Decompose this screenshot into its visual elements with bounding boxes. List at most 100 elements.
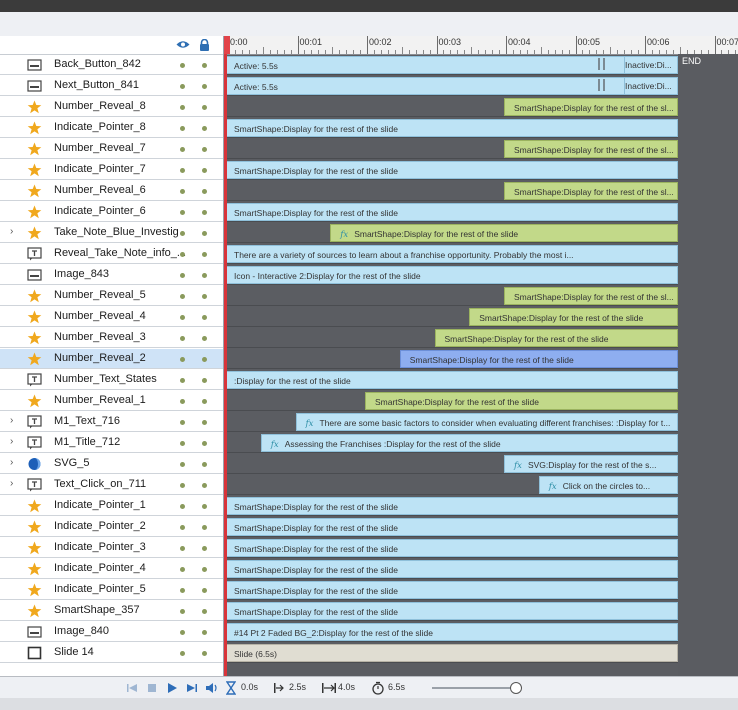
layer-row[interactable]: Image_840 bbox=[0, 622, 223, 642]
timeline-ruler[interactable]: 0:00 00:01 00:02 00:03 00:04 00:05 00:06 00:07 bbox=[224, 36, 738, 55]
visibility-toggle[interactable] bbox=[180, 231, 185, 236]
layer-row[interactable]: Indicate_Pointer_6 bbox=[0, 202, 223, 222]
layer-row[interactable]: › Text_Click_on_711 bbox=[0, 475, 223, 495]
visibility-toggle[interactable] bbox=[180, 252, 185, 257]
timeline-bar[interactable]: SmartShape:Display for the rest of the s… bbox=[469, 308, 678, 326]
visibility-toggle[interactable] bbox=[180, 315, 185, 320]
timeline-bar[interactable]: SmartShape:Display for the rest of the s… bbox=[365, 392, 678, 410]
visibility-toggle[interactable] bbox=[180, 63, 185, 68]
lock-toggle[interactable] bbox=[202, 147, 207, 152]
lock-toggle[interactable] bbox=[202, 609, 207, 614]
timeline-bar[interactable]: SmartShape:Display for the rest of the s… bbox=[224, 119, 678, 137]
layer-row[interactable]: Number_Reveal_2 bbox=[0, 349, 223, 369]
layer-row[interactable]: Number_Reveal_3 bbox=[0, 328, 223, 348]
zoom-slider[interactable] bbox=[432, 687, 512, 689]
visibility-toggle[interactable] bbox=[180, 126, 185, 131]
timeline-bar[interactable]: fx SVG:Display for the rest of the s... bbox=[504, 455, 678, 473]
timeline-bar[interactable]: There are a variety of sources to learn … bbox=[224, 245, 678, 263]
lock-toggle[interactable] bbox=[202, 105, 207, 110]
lock-toggle[interactable] bbox=[202, 504, 207, 509]
chevron-right-icon[interactable]: › bbox=[10, 458, 18, 468]
playhead-handle[interactable] bbox=[224, 36, 230, 54]
timeline-bar[interactable]: Active: 5.5s bbox=[224, 77, 678, 95]
lock-toggle[interactable] bbox=[202, 189, 207, 194]
timeline-bar[interactable]: SmartShape:Display for the rest of the s… bbox=[224, 602, 678, 620]
timeline-pane[interactable]: 0:00 00:01 00:02 00:03 00:04 00:05 00:06 00:07 … bbox=[224, 36, 738, 676]
lock-toggle[interactable] bbox=[202, 546, 207, 551]
layer-row[interactable]: Image_843 bbox=[0, 265, 223, 285]
timeline-bar[interactable]: SmartShape:Display for the rest of the s… bbox=[224, 203, 678, 221]
layer-row[interactable]: Indicate_Pointer_3 bbox=[0, 538, 223, 558]
visibility-toggle[interactable] bbox=[180, 651, 185, 656]
lock-toggle[interactable] bbox=[202, 483, 207, 488]
lock-toggle[interactable] bbox=[202, 441, 207, 446]
lock-toggle[interactable] bbox=[202, 420, 207, 425]
visibility-toggle[interactable] bbox=[180, 504, 185, 509]
visibility-toggle[interactable] bbox=[180, 189, 185, 194]
pause-marker[interactable] bbox=[603, 79, 605, 91]
visibility-toggle[interactable] bbox=[180, 147, 185, 152]
visibility-toggle[interactable] bbox=[180, 294, 185, 299]
visibility-toggle[interactable] bbox=[180, 84, 185, 89]
layer-row[interactable]: Indicate_Pointer_8 bbox=[0, 118, 223, 138]
layer-row[interactable]: Back_Button_842 bbox=[0, 55, 223, 75]
timeline-bar[interactable]: SmartShape:Display for the rest of the s… bbox=[224, 518, 678, 536]
timeline-bar[interactable]: Active: 5.5s bbox=[224, 56, 678, 74]
lock-toggle[interactable] bbox=[202, 231, 207, 236]
lock-toggle[interactable] bbox=[202, 378, 207, 383]
timeline-bar[interactable]: SmartShape:Display for the rest of the s… bbox=[434, 329, 678, 347]
lock-toggle[interactable] bbox=[202, 252, 207, 257]
rewind-icon[interactable] bbox=[126, 681, 138, 695]
visibility-toggle[interactable] bbox=[180, 399, 185, 404]
timeline-bar[interactable]: SmartShape:Display for the rest of the s… bbox=[224, 560, 678, 578]
timeline-bar[interactable]: fx Click on the circles to... bbox=[538, 476, 678, 494]
lock-toggle[interactable] bbox=[202, 630, 207, 635]
layer-row[interactable]: Number_Reveal_7 bbox=[0, 139, 223, 159]
lock-toggle[interactable] bbox=[202, 273, 207, 278]
visibility-toggle[interactable] bbox=[180, 357, 185, 362]
lock-toggle[interactable] bbox=[202, 567, 207, 572]
chevron-right-icon[interactable]: › bbox=[10, 416, 18, 426]
lock-toggle[interactable] bbox=[202, 525, 207, 530]
visibility-toggle[interactable] bbox=[180, 378, 185, 383]
timeline-bar[interactable]: fx There are some basic factors to consid… bbox=[295, 413, 678, 431]
layer-row[interactable]: Number_Reveal_4 bbox=[0, 307, 223, 327]
lock-toggle[interactable] bbox=[202, 210, 207, 215]
chevron-right-icon[interactable]: › bbox=[10, 479, 18, 489]
timeline-bar[interactable]: SmartShape:Display for the rest of the s… bbox=[224, 581, 678, 599]
layer-row[interactable]: SmartShape_357 bbox=[0, 601, 223, 621]
zoom-slider-knob[interactable] bbox=[510, 682, 522, 694]
visibility-toggle[interactable] bbox=[180, 609, 185, 614]
lock-toggle[interactable] bbox=[202, 63, 207, 68]
visibility-toggle[interactable] bbox=[180, 567, 185, 572]
visibility-toggle[interactable] bbox=[180, 273, 185, 278]
forward-icon[interactable] bbox=[186, 681, 198, 695]
lock-toggle[interactable] bbox=[202, 336, 207, 341]
lock-toggle[interactable] bbox=[202, 357, 207, 362]
layer-row[interactable]: Indicate_Pointer_7 bbox=[0, 160, 223, 180]
effect-icon[interactable]: fx bbox=[271, 440, 279, 450]
chevron-right-icon[interactable]: › bbox=[10, 227, 18, 237]
visibility-toggle[interactable] bbox=[180, 630, 185, 635]
lock-toggle[interactable] bbox=[202, 168, 207, 173]
timeline-bar[interactable]: SmartShape:Display for the rest of the s… bbox=[504, 140, 678, 158]
effect-icon[interactable]: fx bbox=[306, 419, 314, 429]
audio-icon[interactable] bbox=[205, 681, 219, 695]
timeline-bar[interactable]: fx Assessing the Franchises :Display for … bbox=[260, 434, 678, 452]
timeline-bar[interactable]: SmartShape:Display for the rest of the s… bbox=[504, 182, 678, 200]
layer-row[interactable]: Number_Text_States bbox=[0, 370, 223, 390]
layer-row[interactable]: › Take_Note_Blue_Investig bbox=[0, 223, 223, 243]
lock-icon[interactable] bbox=[199, 39, 210, 51]
layer-row[interactable]: Number_Reveal_5 bbox=[0, 286, 223, 306]
timeline-bar[interactable]: fx SmartShape:Display for the rest of the… bbox=[330, 224, 678, 242]
visibility-toggle[interactable] bbox=[180, 168, 185, 173]
visibility-toggle[interactable] bbox=[180, 588, 185, 593]
lock-toggle[interactable] bbox=[202, 84, 207, 89]
playhead[interactable] bbox=[224, 36, 227, 676]
layer-row[interactable]: › M1_Title_712 bbox=[0, 433, 223, 453]
layer-row[interactable]: Indicate_Pointer_2 bbox=[0, 517, 223, 537]
timeline-bar[interactable]: SmartShape:Display for the rest of the s… bbox=[504, 98, 678, 116]
timeline-bar[interactable]: Slide (6.5s) bbox=[224, 644, 678, 662]
visibility-toggle[interactable] bbox=[180, 483, 185, 488]
layer-row[interactable]: Number_Reveal_6 bbox=[0, 181, 223, 201]
